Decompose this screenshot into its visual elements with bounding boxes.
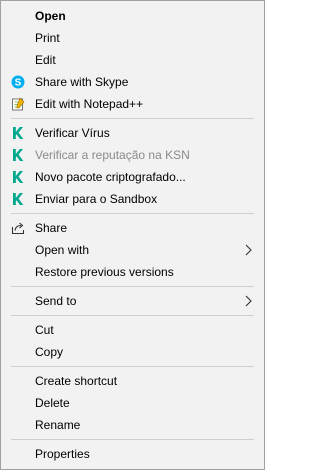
menu-item-restore-previous-versions[interactable]: Restore previous versions [1, 261, 264, 283]
menu-separator [11, 118, 254, 119]
menu-item-label: Restore previous versions [35, 265, 174, 279]
menu-item-properties[interactable]: Properties [1, 443, 264, 465]
menu-item-create-shortcut[interactable]: Create shortcut [1, 370, 264, 392]
svg-text:S: S [15, 78, 22, 89]
menu-item-label: Share [35, 221, 68, 235]
menu-separator [11, 439, 254, 440]
menu-item-enviar-para-sandbox[interactable]: Enviar para o Sandbox [1, 188, 264, 210]
kaspersky-k-icon [11, 148, 25, 162]
menu-item-send-to[interactable]: Send to [1, 290, 264, 312]
menu-item-label: Open [35, 9, 66, 23]
menu-item-label: Novo pacote criptografado... [35, 170, 186, 184]
menu-item-novo-pacote-criptografado[interactable]: Novo pacote criptografado... [1, 166, 264, 188]
menu-item-label: Print [35, 31, 60, 45]
context-menu: Open Print Edit S Share with Skype Edit … [0, 0, 265, 470]
menu-item-label: Properties [35, 447, 90, 461]
skype-icon: S [11, 75, 25, 89]
menu-item-verificar-reputacao-ksn[interactable]: Verificar a reputação na KSN [1, 144, 264, 166]
menu-separator [11, 286, 254, 287]
menu-item-label: Rename [35, 418, 81, 432]
kaspersky-k-icon [11, 192, 25, 206]
menu-separator [11, 366, 254, 367]
menu-item-label: Open with [35, 243, 90, 257]
menu-item-print[interactable]: Print [1, 27, 264, 49]
chevron-right-icon [245, 295, 252, 307]
menu-item-edit[interactable]: Edit [1, 49, 264, 71]
menu-item-delete[interactable]: Delete [1, 392, 264, 414]
menu-item-label: Delete [35, 396, 70, 410]
share-icon [11, 221, 25, 235]
menu-item-label: Verificar Vírus [35, 126, 110, 140]
chevron-right-icon [245, 244, 252, 256]
menu-item-open[interactable]: Open [1, 5, 264, 27]
menu-item-label: Create shortcut [35, 374, 118, 388]
menu-item-share[interactable]: Share [1, 217, 264, 239]
menu-item-label: Enviar para o Sandbox [35, 192, 158, 206]
menu-item-share-with-skype[interactable]: S Share with Skype [1, 71, 264, 93]
menu-item-label: Send to [35, 294, 77, 308]
kaspersky-k-icon [11, 126, 25, 140]
menu-item-label: Copy [35, 345, 64, 359]
menu-item-verificar-virus[interactable]: Verificar Vírus [1, 122, 264, 144]
menu-item-edit-with-notepad-plus-plus[interactable]: Edit with Notepad++ [1, 93, 264, 115]
menu-item-label: Verificar a reputação na KSN [35, 148, 190, 162]
menu-item-label: Cut [35, 323, 54, 337]
menu-separator [11, 315, 254, 316]
menu-item-label: Edit with Notepad++ [35, 97, 144, 111]
notepad-plus-plus-icon [11, 97, 25, 111]
menu-item-cut[interactable]: Cut [1, 319, 264, 341]
menu-item-copy[interactable]: Copy [1, 341, 264, 363]
menu-item-label: Share with Skype [35, 75, 129, 89]
menu-item-rename[interactable]: Rename [1, 414, 264, 436]
kaspersky-k-icon [11, 170, 25, 184]
menu-separator [11, 213, 254, 214]
menu-item-label: Edit [35, 53, 56, 67]
menu-item-open-with[interactable]: Open with [1, 239, 264, 261]
